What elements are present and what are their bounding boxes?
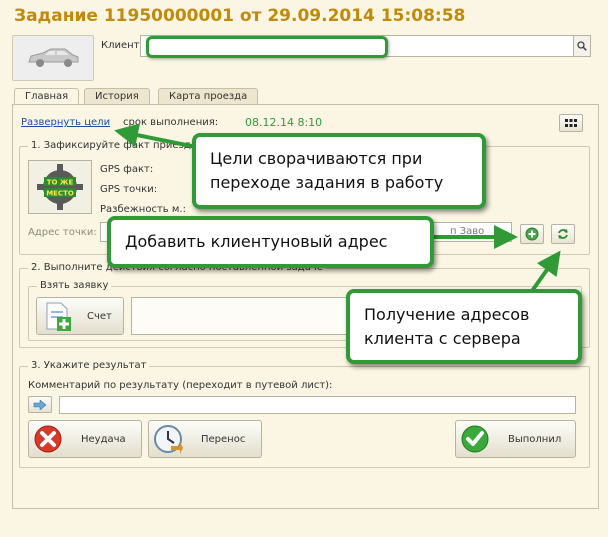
callout-add-address: Добавить клиентуновый адрес: [107, 216, 434, 268]
callout-add-address-text: Добавить клиентуновый адрес: [125, 232, 388, 251]
annotation-arrows: [114, 123, 561, 293]
callout-fetch-addresses-text: Получение адресов клиента с сервера: [364, 304, 530, 348]
callout-collapse-goals: Цели сворачиваются при переходе задания …: [192, 133, 486, 209]
arrow-collapse-goals: [114, 123, 197, 149]
callout-collapse-goals-text: Цели сворачиваются при переходе задания …: [210, 149, 444, 192]
arrow-fetch-addresses: [530, 250, 561, 293]
callout-fetch-addresses: Получение адресов клиента с сервера: [346, 289, 582, 364]
